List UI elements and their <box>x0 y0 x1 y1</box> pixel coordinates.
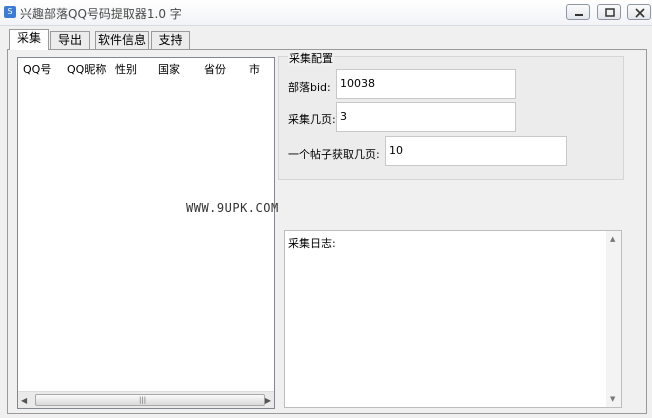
column-header-qq-number[interactable]: QQ号 <box>23 61 51 77</box>
horizontal-scrollbar[interactable]: ◀ ||| ▶ <box>18 391 274 408</box>
minimize-button[interactable] <box>566 4 590 20</box>
log-label: 采集日志: <box>288 237 336 250</box>
tab-export[interactable]: 导出 <box>50 31 90 49</box>
tab-software-info[interactable]: 软件信息 <box>95 31 149 49</box>
column-header-city[interactable]: 市 <box>249 61 260 77</box>
app-icon: S <box>4 6 16 18</box>
watermark-text: WWW.9UPK.COM <box>186 201 279 215</box>
close-button[interactable] <box>627 4 651 20</box>
column-header-province[interactable]: 省份 <box>204 61 226 77</box>
tab-support[interactable]: 支持 <box>151 31 190 49</box>
config-group-title: 采集配置 <box>288 50 334 66</box>
column-header-qq-nickname[interactable]: QQ昵称 <box>67 61 106 77</box>
pages-input[interactable]: 3 <box>336 102 516 132</box>
window-title: 兴趣部落QQ号码提取器1.0 字 <box>20 7 182 21</box>
scroll-grip-icon: ||| <box>139 396 147 404</box>
bid-input[interactable]: 10038 <box>336 69 516 99</box>
close-icon <box>635 8 645 18</box>
scroll-left-icon[interactable]: ◀ <box>21 396 27 405</box>
tab-collect[interactable]: 采集 <box>9 29 49 50</box>
bid-label: 部落bid: <box>288 81 331 94</box>
vertical-scrollbar[interactable]: ▲ ▼ <box>606 231 621 407</box>
column-header-country[interactable]: 国家 <box>158 61 180 77</box>
list-body[interactable] <box>18 80 274 388</box>
scroll-down-icon[interactable]: ▼ <box>610 395 615 403</box>
scroll-right-icon[interactable]: ▶ <box>265 396 271 405</box>
maximize-button[interactable] <box>597 4 621 20</box>
title-bar: S 兴趣部落QQ号码提取器1.0 字 <box>0 0 652 26</box>
scroll-up-icon[interactable]: ▲ <box>610 235 615 243</box>
post-pages-input[interactable]: 10 <box>385 136 567 166</box>
qq-list-view[interactable]: QQ号 QQ昵称 性别 国家 省份 市 ◀ ||| ▶ <box>17 57 275 409</box>
post-pages-label: 一个帖子获取几页: <box>288 148 380 161</box>
minimize-icon <box>575 14 583 16</box>
maximize-icon <box>605 8 615 17</box>
column-header-gender[interactable]: 性别 <box>115 61 137 77</box>
pages-label: 采集几页: <box>288 113 336 126</box>
log-textarea[interactable]: 采集日志: ▲ ▼ <box>284 230 622 408</box>
scrollbar-thumb[interactable]: ||| <box>35 394 265 406</box>
